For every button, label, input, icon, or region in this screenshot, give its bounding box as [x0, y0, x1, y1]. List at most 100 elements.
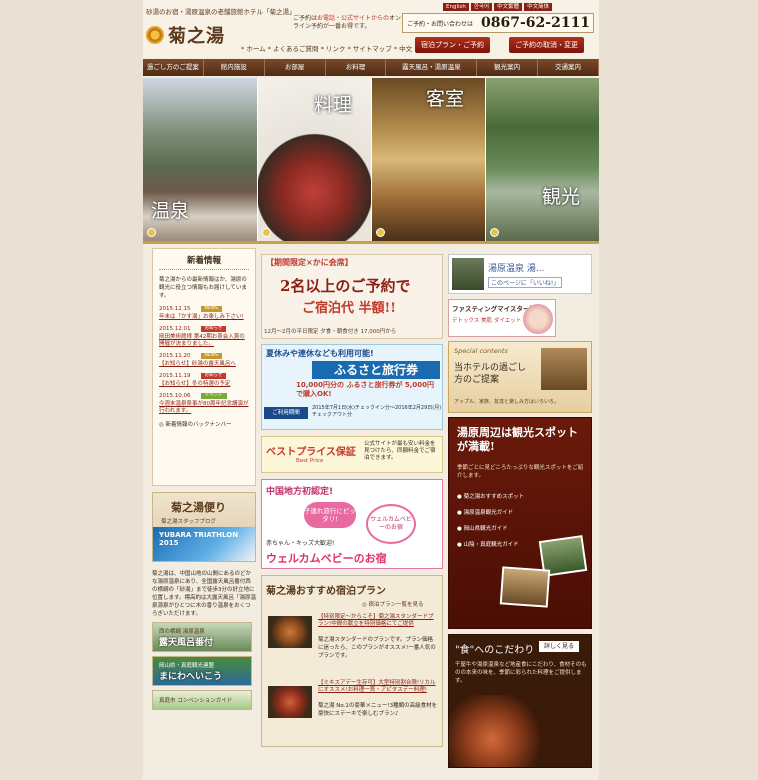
sights-link-recommended[interactable]: ● 菊之湯おすすめスポット [457, 492, 524, 500]
facebook-widget[interactable]: 湯原温泉 湯... このページに「いいね!」 [448, 254, 592, 294]
hero-panel-rooms[interactable]: 客室 [372, 78, 486, 241]
hero-arrow-icon [262, 228, 271, 237]
onsen-ranking-banner[interactable]: 西の横綱 湯原温泉 露天風呂番付 [152, 622, 252, 652]
middle-column: 【期間限定×かに会席】 2名以上のご予約で ご宿泊代 半額!! 12月～2月の平… [261, 254, 443, 747]
b1-foot: 12月～2月の平日限定 夕食・朝食付き 17,000円から [264, 329, 397, 335]
sights-photo [499, 566, 551, 608]
logo-text: 菊之湯 [168, 26, 225, 47]
news-date: 2015.12.15 [159, 306, 191, 312]
news-date: 2015.10.06 [159, 393, 191, 399]
chrysanthemum-logo-icon [146, 26, 164, 44]
b3-en: Best Price [296, 458, 324, 464]
news-date: 2015.11.19 [159, 373, 191, 379]
sights-link-label: 菊之湯おすすめスポット [463, 494, 525, 500]
food-more-button[interactable]: 詳しく見る [539, 641, 580, 652]
hero-arrow-icon [147, 228, 156, 237]
banner-sub: 真庭市 コンベンションガイド [159, 698, 233, 704]
plans-title: 菊之湯おすすめ宿泊プラン [266, 586, 386, 597]
plan-title[interactable]: 【特別限定～からこそ】菊之湯スタンダードプラン!中間の献立を特別価格にてご提供 [318, 614, 438, 628]
sights-link-label: 山陰・真庭観光ガイド [463, 542, 519, 548]
food-photo [449, 695, 591, 767]
menu-item-access[interactable]: 交通案内 [538, 59, 599, 76]
fasting-meister-banner[interactable]: ファスティングマイスター認定 デトックス 美肌 ダイエット [448, 299, 556, 337]
food-commitment-banner[interactable]: "食"へのこだわり 詳しく見る 千屋牛や湯原温泉など地産食にこだわり、食材そのも… [448, 634, 592, 768]
sights-text: 季節ごとに見どころたっぷりな観光スポットをご紹介します。 [457, 465, 584, 479]
hero-panel-cuisine[interactable]: 料理 [258, 78, 372, 241]
lang-english[interactable]: English [443, 3, 469, 11]
sightseeing-spots-banner[interactable]: 湯原周辺は観光スポットが満載! 季節ごとに見どころたっぷりな観光スポットをご紹介… [448, 417, 592, 629]
best-price-banner[interactable]: ベストプライス保証 Best Price 公式サイトが最も安い料金を見つけたら、… [261, 436, 443, 473]
header-nav[interactable]: * ホーム * よくあるご質問 * リンク * サイトマップ * 中文 [241, 43, 412, 53]
convention-guide-banner[interactable]: 真庭市 コンベンションガイド [152, 690, 252, 710]
furusato-voucher-banner[interactable]: 夏休みや連休なども利用可能! ふるさと旅行券 10,000円分の ふるさと旅行券… [261, 344, 443, 430]
news-item: 2015.12.01 お知らせ 岡田美術館様 第42期お茶会入賞の開催が決まりまし… [159, 326, 249, 348]
facebook-like-button[interactable]: このページに「いいね!」 [488, 276, 563, 288]
cancel-change-button[interactable]: ご予約の取消・変更 [509, 37, 584, 53]
hero-caption-cuisine: 料理 [314, 94, 353, 116]
plan-title[interactable]: 【ミキスアデー生存可】大型特別割合限!リカルにオススメ!お料理一貫・アピタスデー… [318, 680, 438, 694]
phone-label: ご予約・お問い合わせは [407, 20, 474, 28]
logo[interactable]: 菊之湯 [146, 22, 236, 48]
staff-blog-banner[interactable]: 菊之湯便り 菊之湯スタッフブログ YUBARA TRIATHLON 2015 [152, 492, 256, 562]
menu-item-sightseeing[interactable]: 観光案内 [477, 59, 539, 76]
news-box: 新着情報 菊之湯からの最新情報はか、湯原の観光に役立つ情報もお届けしています。 … [152, 248, 256, 486]
menu-item-rooms[interactable]: お部屋 [265, 59, 326, 76]
news-title[interactable]: 【お知らせ】砂湯の露天風呂へ [159, 361, 249, 368]
menu-item-facilities[interactable]: 館内施設 [204, 59, 265, 76]
news-date: 2015.12.01 [159, 326, 191, 332]
b2-use: ご利用期間 [264, 407, 308, 419]
news-title[interactable]: 年末は「かす湯」お楽しみ下さい! [159, 314, 249, 321]
news-item: 2015.11.20 NEWS 【お知らせ】砂湯の露天風呂へ [159, 353, 249, 368]
lang-chinese-traditional[interactable]: 中文繁體 [494, 3, 523, 11]
phone-number[interactable]: 0867-62-2111 [481, 15, 590, 31]
crab-half-price-banner[interactable]: 【期間限定×かに会席】 2名以上のご予約で ご宿泊代 半額!! 12月～2月の平… [261, 254, 443, 339]
news-title[interactable]: 【お知らせ】冬の特選の予定 [159, 381, 249, 388]
right-column: 湯原温泉 湯... このページに「いいね!」 ファスティングマイスター認定 デト… [448, 254, 592, 768]
banner-sub: 岡山県・真庭観光連盟 [159, 662, 215, 669]
sights-title: 湯原周辺は観光スポットが満載! [457, 426, 578, 453]
hero-arrow-icon [376, 228, 385, 237]
news-tag: イベント [200, 393, 227, 399]
b1-main: 2名以上のご予約で [280, 277, 411, 295]
hero-caption-sightseeing: 観光 [542, 186, 581, 208]
plan-photo[interactable] [268, 616, 312, 648]
plan-photo[interactable] [268, 686, 312, 718]
menu-item-proposal[interactable]: 過ごし方のご提案 [143, 59, 204, 76]
news-backnumber-link[interactable]: ◎ 新着情報のバックナンバー [159, 420, 249, 428]
plans-more-link[interactable]: ◎ 宿泊プラン一覧を見る [362, 600, 424, 608]
welcome-baby-banner[interactable]: 中国地方初認定! 子連れ旅行にピッタリ! ウェルカムベビーのお宿 赤ちゃん・キッ… [261, 479, 443, 569]
language-switcher: English 한국어 中文繁體 中文简体 [443, 3, 553, 11]
tagline: 砂湯のお宿・湯原温泉の老舗旅館ホテル「菊之湯」 [146, 8, 296, 16]
news-title[interactable]: 岡田美術館様 第42期お茶会入賞の開催が決まりました。 [159, 334, 249, 348]
reservation-notice: ご予約はお電話・公式サイトからのオンライン予約が一番お得です。 [293, 15, 403, 31]
banner-sub: 西の横綱 湯原温泉 [159, 628, 205, 635]
menu-item-onsen[interactable]: 露天風呂・湯原温泉 [386, 59, 478, 76]
maniwa-banner[interactable]: 岡山県・真庭観光連盟 まにわへいこう [152, 656, 252, 686]
header: 砂湯のお宿・湯原温泉の老舗旅館ホテル「菊之湯」 菊之湯 ご予約はお電話・公式サイ… [143, 0, 599, 58]
b3-text: 公式サイトが最も安い料金を見つけたら、同額料金でご宿泊できます。 [364, 441, 436, 461]
hero-panel-onsen[interactable]: 温泉 [143, 78, 258, 241]
recommended-plans: 菊之湯おすすめ宿泊プラン ◎ 宿泊プラン一覧を見る 【特別限定～からこそ】菊之湯… [261, 575, 443, 747]
sights-link-label: 湯原温泉観光ガイド [463, 510, 514, 516]
sights-link-okayama[interactable]: ● 岡山県観光ガイド [457, 524, 508, 532]
news-title[interactable]: 今週末温泉祭事が80周年記念講演が行われます。 [159, 401, 249, 415]
special-contents-banner[interactable]: Special contents 当ホテルの過ごし方のご提案 アップル、家族、友… [448, 341, 592, 413]
b1-top: 【期間限定×かに会席】 [266, 258, 353, 267]
sights-link-sanin[interactable]: ● 山陰・真庭観光ガイド [457, 540, 519, 548]
b4-badge: 子連れ旅行にピッタリ! [304, 502, 356, 528]
lang-korean[interactable]: 한국어 [470, 3, 493, 11]
triathlon-banner[interactable]: YUBARA TRIATHLON 2015 [153, 527, 255, 561]
facebook-page-title[interactable]: 湯原温泉 湯... [488, 261, 562, 274]
lang-chinese-simplified[interactable]: 中文简体 [524, 3, 553, 11]
spec-photo [541, 348, 587, 390]
hero-panel-sightseeing[interactable]: 観光 [486, 78, 599, 241]
menu-item-cuisine[interactable]: お料理 [326, 59, 387, 76]
phone-box: ご予約・お問い合わせは 0867-62-2111 [402, 13, 594, 33]
about-text: 菊之湯は、中国山地の山間にあるのどかな湯原温泉にあり、全国露天風呂番付西の横綱の… [152, 571, 256, 617]
left-column: 新着情報 菊之湯からの最新情報はか、湯原の観光に役立つ情報もお届けしています。 … [152, 248, 256, 780]
b4-small: ウェルカムベビーのお宿 [366, 504, 416, 544]
plan-reserve-button[interactable]: 宿泊プラン・ご予約 [415, 37, 490, 53]
notice-highlight: お電話・公式サイトからの [317, 15, 390, 22]
main-menu: 過ごし方のご提案 館内施設 お部屋 お料理 露天風呂・湯原温泉 観光案内 交通案… [143, 59, 599, 76]
sights-link-yubara[interactable]: ● 湯原温泉観光ガイド [457, 508, 513, 516]
